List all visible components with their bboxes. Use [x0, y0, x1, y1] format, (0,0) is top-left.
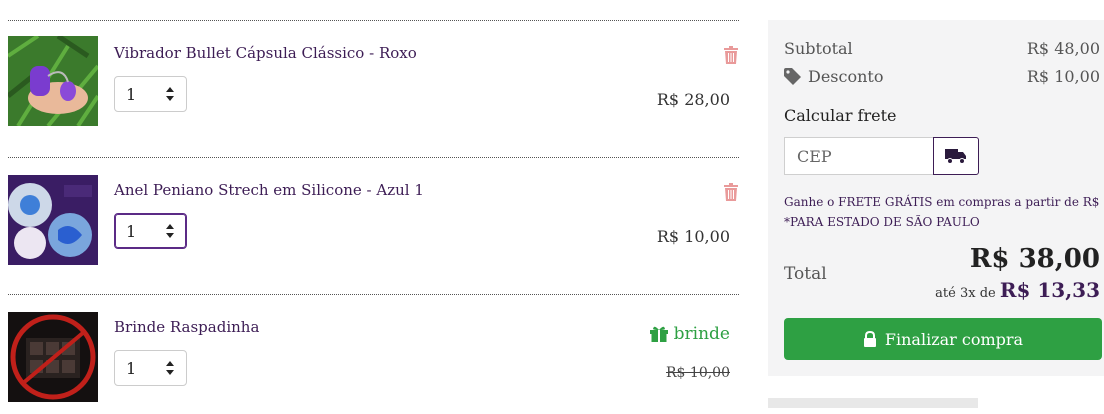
subtotal-row: Subtotal R$ 48,00: [784, 39, 1100, 58]
product-image[interactable]: [8, 312, 98, 402]
next-section-box: [768, 398, 978, 408]
installment-prefix: até 3x de: [935, 286, 996, 301]
cart-item: Vibrador Bullet Cápsula Clássico - Roxo …: [8, 20, 739, 140]
product-image[interactable]: [8, 36, 98, 126]
checkout-label: Finalizar compra: [884, 329, 1024, 349]
gift-icon: [649, 326, 668, 342]
cart-item: Anel Peniano Strech em Silicone - Azul 1…: [8, 157, 739, 277]
discount-row: Desconto R$ 10,00: [784, 67, 1100, 86]
trash-icon[interactable]: [723, 183, 739, 201]
subtotal-value: R$ 48,00: [1026, 39, 1100, 58]
total-label: Total: [784, 264, 827, 284]
item-price: R$ 10,00: [656, 227, 730, 246]
shipping-title: Calcular frete: [784, 106, 897, 125]
order-summary: Subtotal R$ 48,00 Desconto R$ 10,00 Calc…: [768, 20, 1104, 376]
gift-badge: brinde: [649, 324, 730, 344]
product-name[interactable]: Brinde Raspadinha: [114, 318, 259, 336]
gift-label: brinde: [673, 324, 730, 344]
tag-icon: [784, 68, 801, 85]
product-name[interactable]: Vibrador Bullet Cápsula Clássico - Roxo: [114, 44, 417, 62]
truck-icon: [945, 149, 966, 164]
item-price: R$ 28,00: [656, 90, 730, 109]
calculate-shipping-button[interactable]: [933, 137, 979, 175]
quantity-value: 1: [126, 84, 137, 104]
select-arrows-icon: [166, 87, 174, 101]
quantity-select[interactable]: 1: [114, 76, 187, 112]
quantity-value: 1: [126, 358, 137, 378]
select-arrows-icon: [166, 361, 174, 375]
cep-input[interactable]: [784, 137, 934, 175]
quantity-select[interactable]: 1: [114, 213, 187, 249]
old-price: R$ 10,00: [666, 365, 730, 381]
checkout-button[interactable]: Finalizar compra: [784, 318, 1102, 360]
installment-value: R$ 13,33: [999, 278, 1100, 302]
trash-icon[interactable]: [723, 46, 739, 64]
total-value: R$ 38,00: [969, 244, 1100, 274]
select-arrows-icon: [166, 224, 174, 238]
cart-item: Brinde Raspadinha 1 brinde R$ 10,00: [8, 294, 739, 414]
free-shipping-note: Ganhe o FRETE GRÁTIS em compras a partir…: [784, 195, 1104, 209]
quantity-select[interactable]: 1: [114, 350, 187, 386]
lock-icon: [863, 331, 876, 347]
discount-label: Desconto: [808, 67, 884, 86]
product-name[interactable]: Anel Peniano Strech em Silicone - Azul 1: [114, 181, 424, 199]
installment-info: até 3x de R$ 13,33: [935, 278, 1100, 302]
subtotal-label: Subtotal: [784, 39, 853, 58]
state-note: *PARA ESTADO DE SÃO PAULO: [784, 215, 980, 229]
discount-value: R$ 10,00: [1026, 67, 1100, 86]
product-image[interactable]: [8, 175, 98, 265]
quantity-value: 1: [126, 221, 137, 241]
